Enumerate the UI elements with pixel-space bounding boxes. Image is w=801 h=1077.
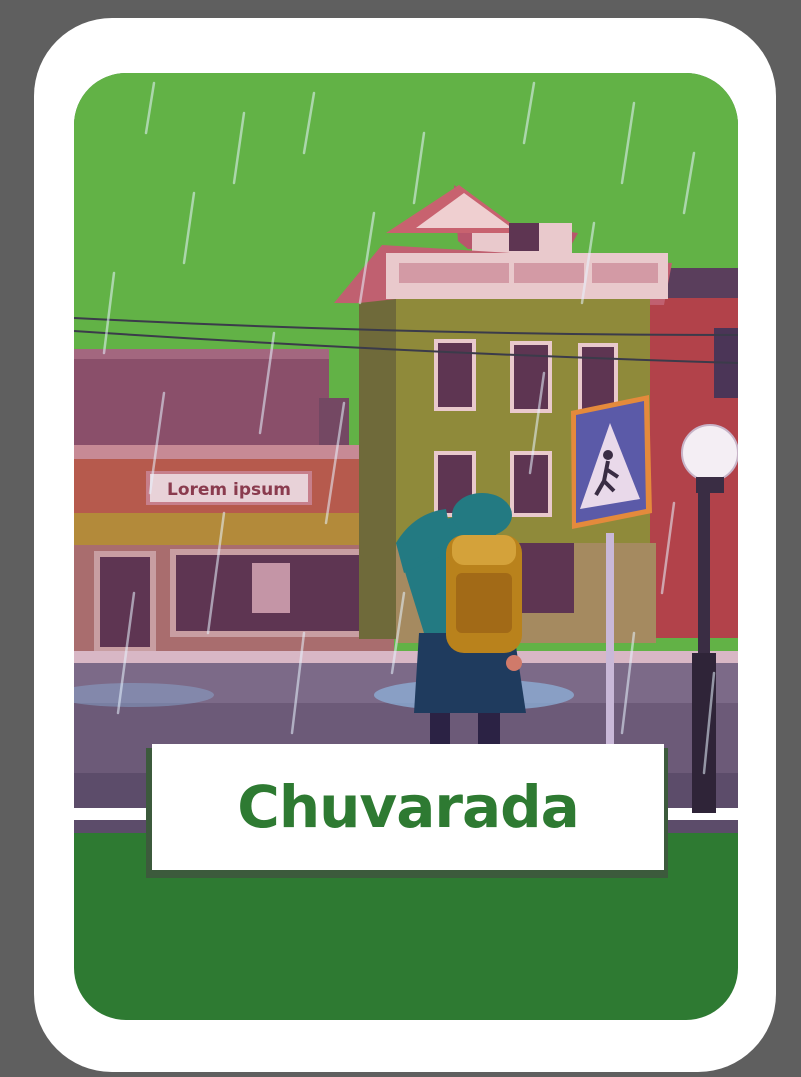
backpack	[446, 535, 522, 653]
shop-sign-text: Lorem ipsum	[167, 480, 291, 500]
card-title: Chuvarada	[237, 773, 579, 841]
title-label: Chuvarada	[152, 744, 664, 870]
shop-sign: Lorem ipsum	[146, 471, 312, 505]
card-panel: Lorem ipsum Chuvarada	[74, 73, 738, 1020]
sidewalk-curb	[74, 651, 738, 663]
rainy-street-illustration: Lorem ipsum	[74, 73, 738, 833]
